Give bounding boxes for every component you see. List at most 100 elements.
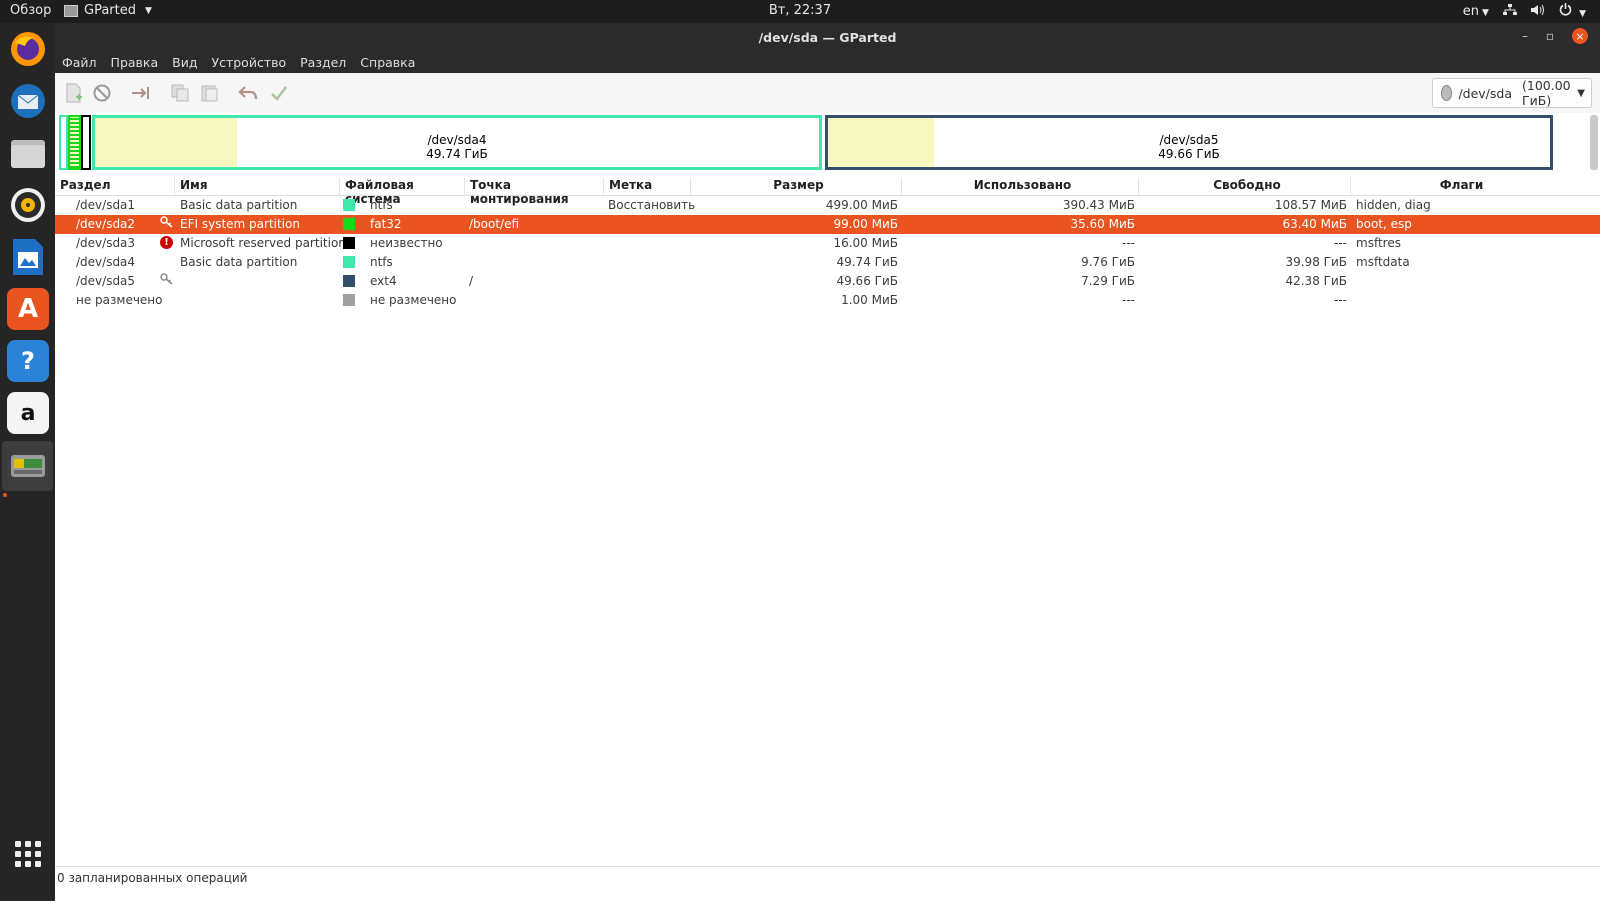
device-select-size: (100.00 ГиБ) xyxy=(1522,78,1571,108)
delete-partition-icon[interactable] xyxy=(91,82,113,104)
fs-color-swatch xyxy=(343,218,355,230)
fs-color-swatch xyxy=(343,199,355,211)
cell-fs: ntfs xyxy=(370,198,393,212)
table-row[interactable]: /dev/sda2 EFI system partition fat32/boot/… xyxy=(55,215,1600,234)
cell-fs: ext4 xyxy=(370,274,397,288)
volume-icon[interactable] xyxy=(1530,4,1545,20)
menu-edit[interactable]: Правка xyxy=(104,51,166,73)
cell-used: --- xyxy=(1122,293,1135,307)
rhythmbox-icon[interactable] xyxy=(7,184,49,226)
diskmap-sda4-name: /dev/sda4 xyxy=(427,133,487,147)
table-row[interactable]: /dev/sda4 Basic data partition ntfs 49.74 Г… xyxy=(55,253,1600,272)
app-menu[interactable]: GParted ▼ xyxy=(64,3,152,18)
power-icon[interactable]: ▼ xyxy=(1559,3,1586,20)
diskmap-sda3[interactable] xyxy=(81,115,91,170)
col-free[interactable]: Свободно xyxy=(1139,178,1351,195)
diskmap-sda1[interactable] xyxy=(59,115,68,170)
fs-color-swatch xyxy=(343,275,355,287)
col-name[interactable]: Имя xyxy=(175,178,340,195)
cell-partition: не размечено xyxy=(76,293,163,307)
table-row[interactable]: /dev/sda3 Microsoft reserved partition неи… xyxy=(55,234,1600,253)
cell-size: 1.00 МиБ xyxy=(841,293,898,307)
col-used[interactable]: Использовано xyxy=(902,178,1139,195)
gparted-icon[interactable] xyxy=(7,445,49,487)
table-row[interactable]: /dev/sda5 ext4 / 49.66 ГиБ 7.29 ГиБ 42.38 ГиБ xyxy=(55,272,1600,291)
menu-file[interactable]: Файл xyxy=(55,51,104,73)
resize-move-icon[interactable] xyxy=(130,82,152,104)
title-bar[interactable]: /dev/sda — GParted – ▫ × xyxy=(55,23,1600,51)
table-row[interactable]: не размечено не размечено 1.00 МиБ --- --- xyxy=(55,291,1600,310)
disk-icon xyxy=(1441,85,1453,101)
menu-partition[interactable]: Раздел xyxy=(293,51,353,73)
fs-color-swatch xyxy=(343,237,355,249)
activities-button[interactable]: Обзор xyxy=(10,3,51,18)
language-label: en xyxy=(1462,4,1480,19)
cell-size: 49.66 ГиБ xyxy=(836,274,898,288)
col-flags[interactable]: Флаги xyxy=(1351,178,1567,195)
system-tray: en ▼ ▼ xyxy=(1463,3,1586,20)
cell-fs: fat32 xyxy=(370,217,402,231)
copy-icon[interactable] xyxy=(169,82,191,104)
paste-icon[interactable] xyxy=(198,82,220,104)
table-row[interactable]: /dev/sda1 Basic data partition ntfs Восстан… xyxy=(55,196,1600,215)
col-filesystem[interactable]: Файловая система xyxy=(340,178,465,206)
apply-icon[interactable] xyxy=(268,82,290,104)
key-icon[interactable] xyxy=(160,216,173,231)
cell-used: 9.76 ГиБ xyxy=(1081,255,1135,269)
partition-table: Раздел Имя Файловая система Точка монтир… xyxy=(55,175,1600,310)
cell-fs: не размечено xyxy=(370,293,457,307)
firefox-icon[interactable] xyxy=(7,28,49,70)
pending-operations: 0 запланированных операций xyxy=(57,871,248,885)
top-bar: Обзор GParted ▼ Вт, 22:37 en ▼ ▼ xyxy=(0,0,1600,23)
software-icon[interactable]: A xyxy=(7,288,49,330)
key-icon[interactable] xyxy=(160,273,173,288)
col-label[interactable]: Метка xyxy=(604,178,691,195)
network-icon[interactable] xyxy=(1502,3,1517,20)
diskmap-sda4-size: 49.74 ГиБ xyxy=(426,147,488,161)
col-partition[interactable]: Раздел xyxy=(55,178,175,195)
cell-size: 499.00 МиБ xyxy=(825,198,898,212)
minimize-button[interactable]: – xyxy=(1522,29,1528,43)
running-indicator xyxy=(3,493,7,497)
show-apps-icon[interactable] xyxy=(7,833,49,875)
language-indicator[interactable]: en ▼ xyxy=(1463,4,1489,19)
help-icon[interactable]: ? xyxy=(7,340,49,382)
fs-color-swatch xyxy=(343,256,355,268)
menu-help[interactable]: Справка xyxy=(353,51,422,73)
cell-used: 7.29 ГиБ xyxy=(1081,274,1135,288)
cell-partition: /dev/sda4 xyxy=(76,255,136,269)
undo-icon[interactable] xyxy=(237,82,259,104)
cell-free: 63.40 МиБ xyxy=(1282,217,1347,231)
writer-icon[interactable] xyxy=(7,236,49,278)
clock[interactable]: Вт, 22:37 xyxy=(769,3,831,18)
diskmap-sda5[interactable]: /dev/sda5 49.66 ГиБ xyxy=(825,115,1553,170)
cell-flags: msftres xyxy=(1356,236,1401,250)
menu-device[interactable]: Устройство xyxy=(204,51,293,73)
cell-partition: /dev/sda2 xyxy=(76,217,136,231)
diskmap-sda5-name: /dev/sda5 xyxy=(1159,133,1219,147)
menu-view[interactable]: Вид xyxy=(165,51,204,73)
maximize-button[interactable]: ▫ xyxy=(1546,29,1554,43)
new-partition-icon[interactable] xyxy=(63,82,85,104)
close-button[interactable]: × xyxy=(1572,28,1588,44)
thunderbird-icon[interactable] xyxy=(7,80,49,122)
diskmap-scrollbar[interactable] xyxy=(1590,115,1598,170)
col-size[interactable]: Размер xyxy=(691,178,902,195)
dock: A ? a xyxy=(0,23,55,900)
device-select[interactable]: /dev/sda (100.00 ГиБ) ▼ xyxy=(1432,78,1592,108)
cell-name: Basic data partition xyxy=(180,255,298,269)
files-icon[interactable] xyxy=(7,132,49,174)
cell-flags: boot, esp xyxy=(1356,217,1412,231)
amazon-icon[interactable]: a xyxy=(7,392,49,434)
cell-partition: /dev/sda3 xyxy=(76,236,136,250)
diskmap-sda5-size: 49.66 ГиБ xyxy=(1158,147,1220,161)
warning-icon[interactable]: ! xyxy=(160,236,173,249)
chevron-down-icon: ▼ xyxy=(1579,9,1586,19)
diskmap-sda2[interactable] xyxy=(68,115,81,170)
cell-flags: hidden, diag xyxy=(1356,198,1431,212)
diskmap-sda4[interactable]: /dev/sda4 49.74 ГиБ xyxy=(92,115,822,170)
cell-flags: msftdata xyxy=(1356,255,1410,269)
cell-mount: /boot/efi xyxy=(469,217,520,231)
status-bar: 0 запланированных операций xyxy=(55,866,1600,901)
col-mountpoint[interactable]: Точка монтирования xyxy=(465,178,604,206)
